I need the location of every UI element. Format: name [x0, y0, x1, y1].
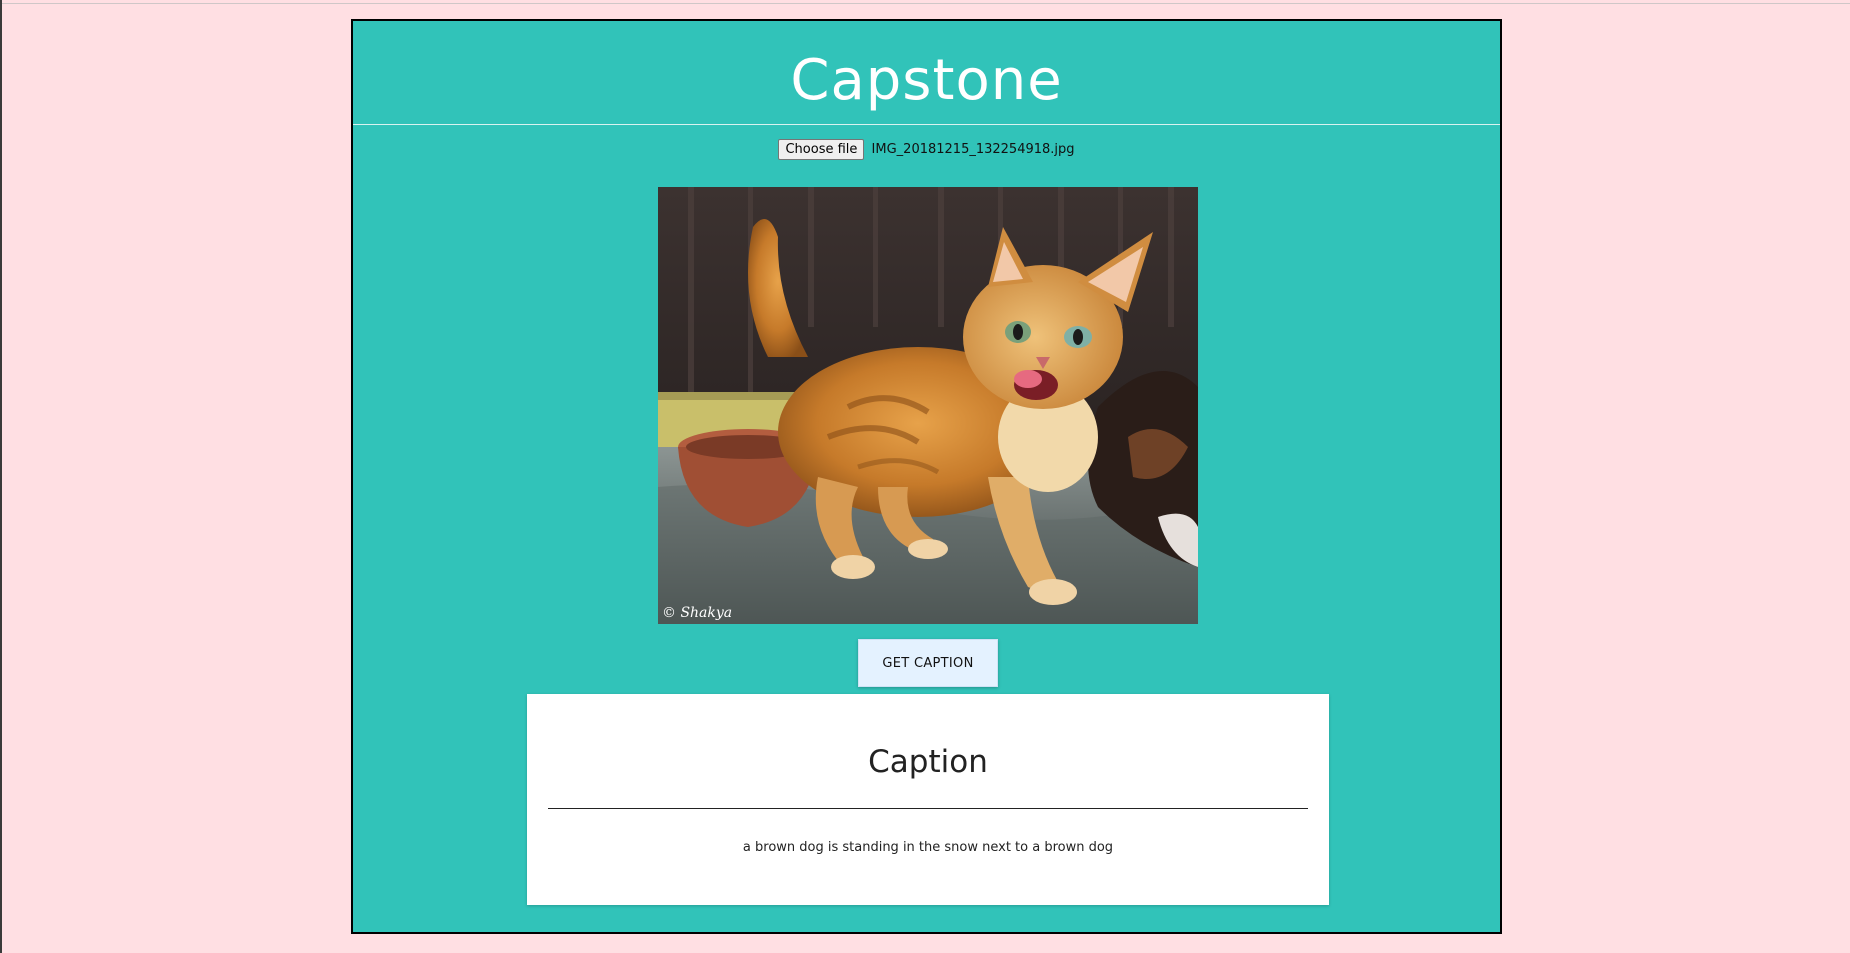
uploaded-image: © Shakya [658, 187, 1198, 624]
caption-divider [548, 808, 1308, 809]
caption-text: a brown dog is standing in the snow next… [742, 840, 1114, 855]
caption-heading: Caption [868, 744, 988, 780]
app-header: Capstone [353, 21, 1500, 125]
get-caption-button[interactable]: GET CAPTION [858, 639, 998, 687]
choose-file-button[interactable]: Choose file [778, 139, 865, 160]
photo-watermark: © Shakya [662, 605, 732, 621]
app-container: Capstone Choose file IMG_20181215_132254… [351, 19, 1502, 934]
caption-card: Caption a brown dog is standing in the s… [527, 694, 1329, 905]
app-title: Capstone [790, 48, 1063, 113]
selected-file-name: IMG_20181215_132254918.jpg [871, 142, 1075, 157]
browser-top-edge [0, 0, 1850, 4]
window-left-edge [0, 0, 2, 953]
file-upload: Choose file IMG_20181215_132254918.jpg [353, 139, 1500, 160]
